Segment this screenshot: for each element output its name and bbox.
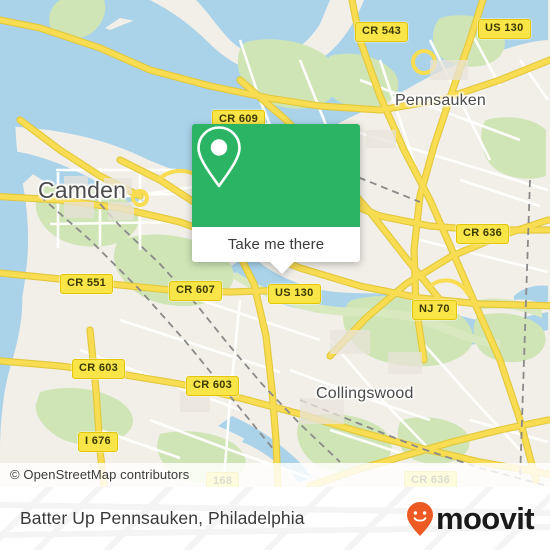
- take-me-there-label: Take me there: [227, 236, 325, 253]
- road-shield-cr607: CR 607: [169, 281, 223, 301]
- moovit-logo[interactable]: moovit: [405, 501, 535, 537]
- footer-bar: Batter Up Pennsauken, Philadelphia moovi…: [0, 487, 550, 550]
- popup-pointer-tail: [270, 262, 294, 274]
- road-shield-us130-south: US 130: [268, 284, 321, 304]
- road-shield-cr551: CR 551: [60, 274, 114, 294]
- osm-attribution[interactable]: © OpenStreetMap contributors: [0, 463, 550, 487]
- location-title: Batter Up Pennsauken, Philadelphia: [20, 508, 305, 528]
- map-canvas[interactable]: Camden Pennsauken Collingswood CR 543 US…: [0, 0, 550, 487]
- road-shield-nj70: NJ 70: [412, 300, 457, 320]
- location-popup-card[interactable]: Take me there: [192, 124, 360, 274]
- road-shield-cr636-east: CR 636: [456, 224, 510, 244]
- road-shield-cr603-west: CR 603: [72, 359, 126, 379]
- road-shield-cr543: CR 543: [355, 22, 409, 42]
- moovit-smile-pin-icon: [406, 501, 433, 536]
- popup-cta-area[interactable]: Take me there: [192, 227, 360, 262]
- road-shield-i676: I 676: [78, 432, 118, 452]
- map-pin-icon: [197, 126, 241, 188]
- moovit-location-card: Camden Pennsauken Collingswood CR 543 US…: [0, 0, 550, 550]
- popup-icon-area: [192, 124, 360, 227]
- road-shield-us130-north: US 130: [478, 19, 531, 39]
- road-shield-cr603-east: CR 603: [186, 376, 240, 396]
- moovit-wordmark: moovit: [435, 501, 535, 536]
